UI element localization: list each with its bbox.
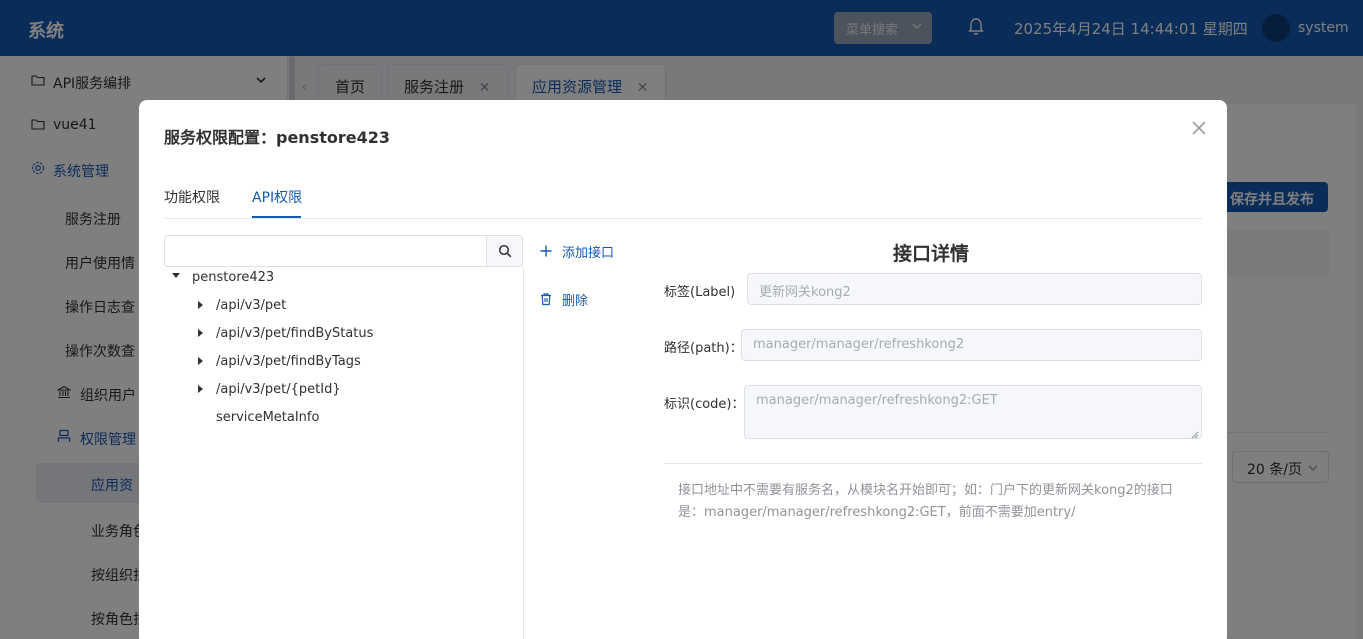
tree-node-label: /api/v3/pet [216,298,287,313]
code-textarea[interactable]: manager/manager/refreshkong2:GET [744,385,1202,439]
tree-node[interactable]: /api/v3/pet/findByTags [198,351,498,375]
caret-right-icon[interactable] [198,385,203,393]
tab-api-permissions[interactable]: API权限 [252,187,302,207]
tree-search-input[interactable] [165,236,486,266]
tree-node-label: /api/v3/pet/{petId} [216,382,341,397]
tree-node[interactable]: serviceMetaInfo [198,407,498,431]
caret-down-icon[interactable] [172,273,180,278]
add-interface-label: 添加接口 [562,246,615,261]
path-input[interactable]: manager/manager/refreshkong2 [741,329,1202,361]
caret-right-icon[interactable] [198,357,203,365]
code-field-label: 标识(code)： [664,397,745,412]
tree-search [164,235,523,267]
delete-button[interactable]: 删除 [539,290,599,310]
tab-function-permissions[interactable]: 功能权限 [164,187,220,207]
tabs-divider [164,218,1202,219]
hint-text: 接口地址中不需要有服务名，从模块名开始即可；如：门户下的更新网关kong2的接口… [678,483,1173,520]
permission-config-dialog: 服务权限配置：penstore423 功能权限 API权限 penstore42… [139,100,1227,639]
caret-right-icon[interactable] [198,301,203,309]
panel-divider [523,267,524,639]
tree-node[interactable]: /api/v3/pet [198,295,498,319]
dialog-title: 服务权限配置：penstore423 [164,128,391,147]
code-value: manager/manager/refreshkong2:GET [756,393,998,408]
tree-node-label: /api/v3/pet/findByStatus [216,326,374,341]
path-field-label: 路径(path)： [664,341,743,356]
delete-label: 删除 [562,294,589,309]
detail-divider [664,463,1202,464]
tree-node-label: /api/v3/pet/findByTags [216,354,361,369]
caret-right-icon[interactable] [198,329,203,337]
resize-handle-icon[interactable] [1191,428,1199,439]
plus-icon [539,244,553,258]
tree-node[interactable]: /api/v3/pet/{petId} [198,379,498,403]
tree-node[interactable]: /api/v3/pet/findByStatus [198,323,498,347]
label-field-label: 标签(Label) [664,285,736,300]
label-input[interactable]: 更新网关kong2 [747,273,1202,305]
add-interface-button[interactable]: 添加接口 [539,242,629,262]
tree-node-label: penstore423 [192,270,275,285]
close-icon[interactable] [1191,120,1207,136]
detail-title: 接口详情 [893,243,970,265]
tree-node-label: serviceMetaInfo [216,410,320,425]
trash-icon [539,292,553,306]
search-button[interactable] [486,236,522,266]
tree-node-root[interactable]: penstore423 [172,267,472,291]
